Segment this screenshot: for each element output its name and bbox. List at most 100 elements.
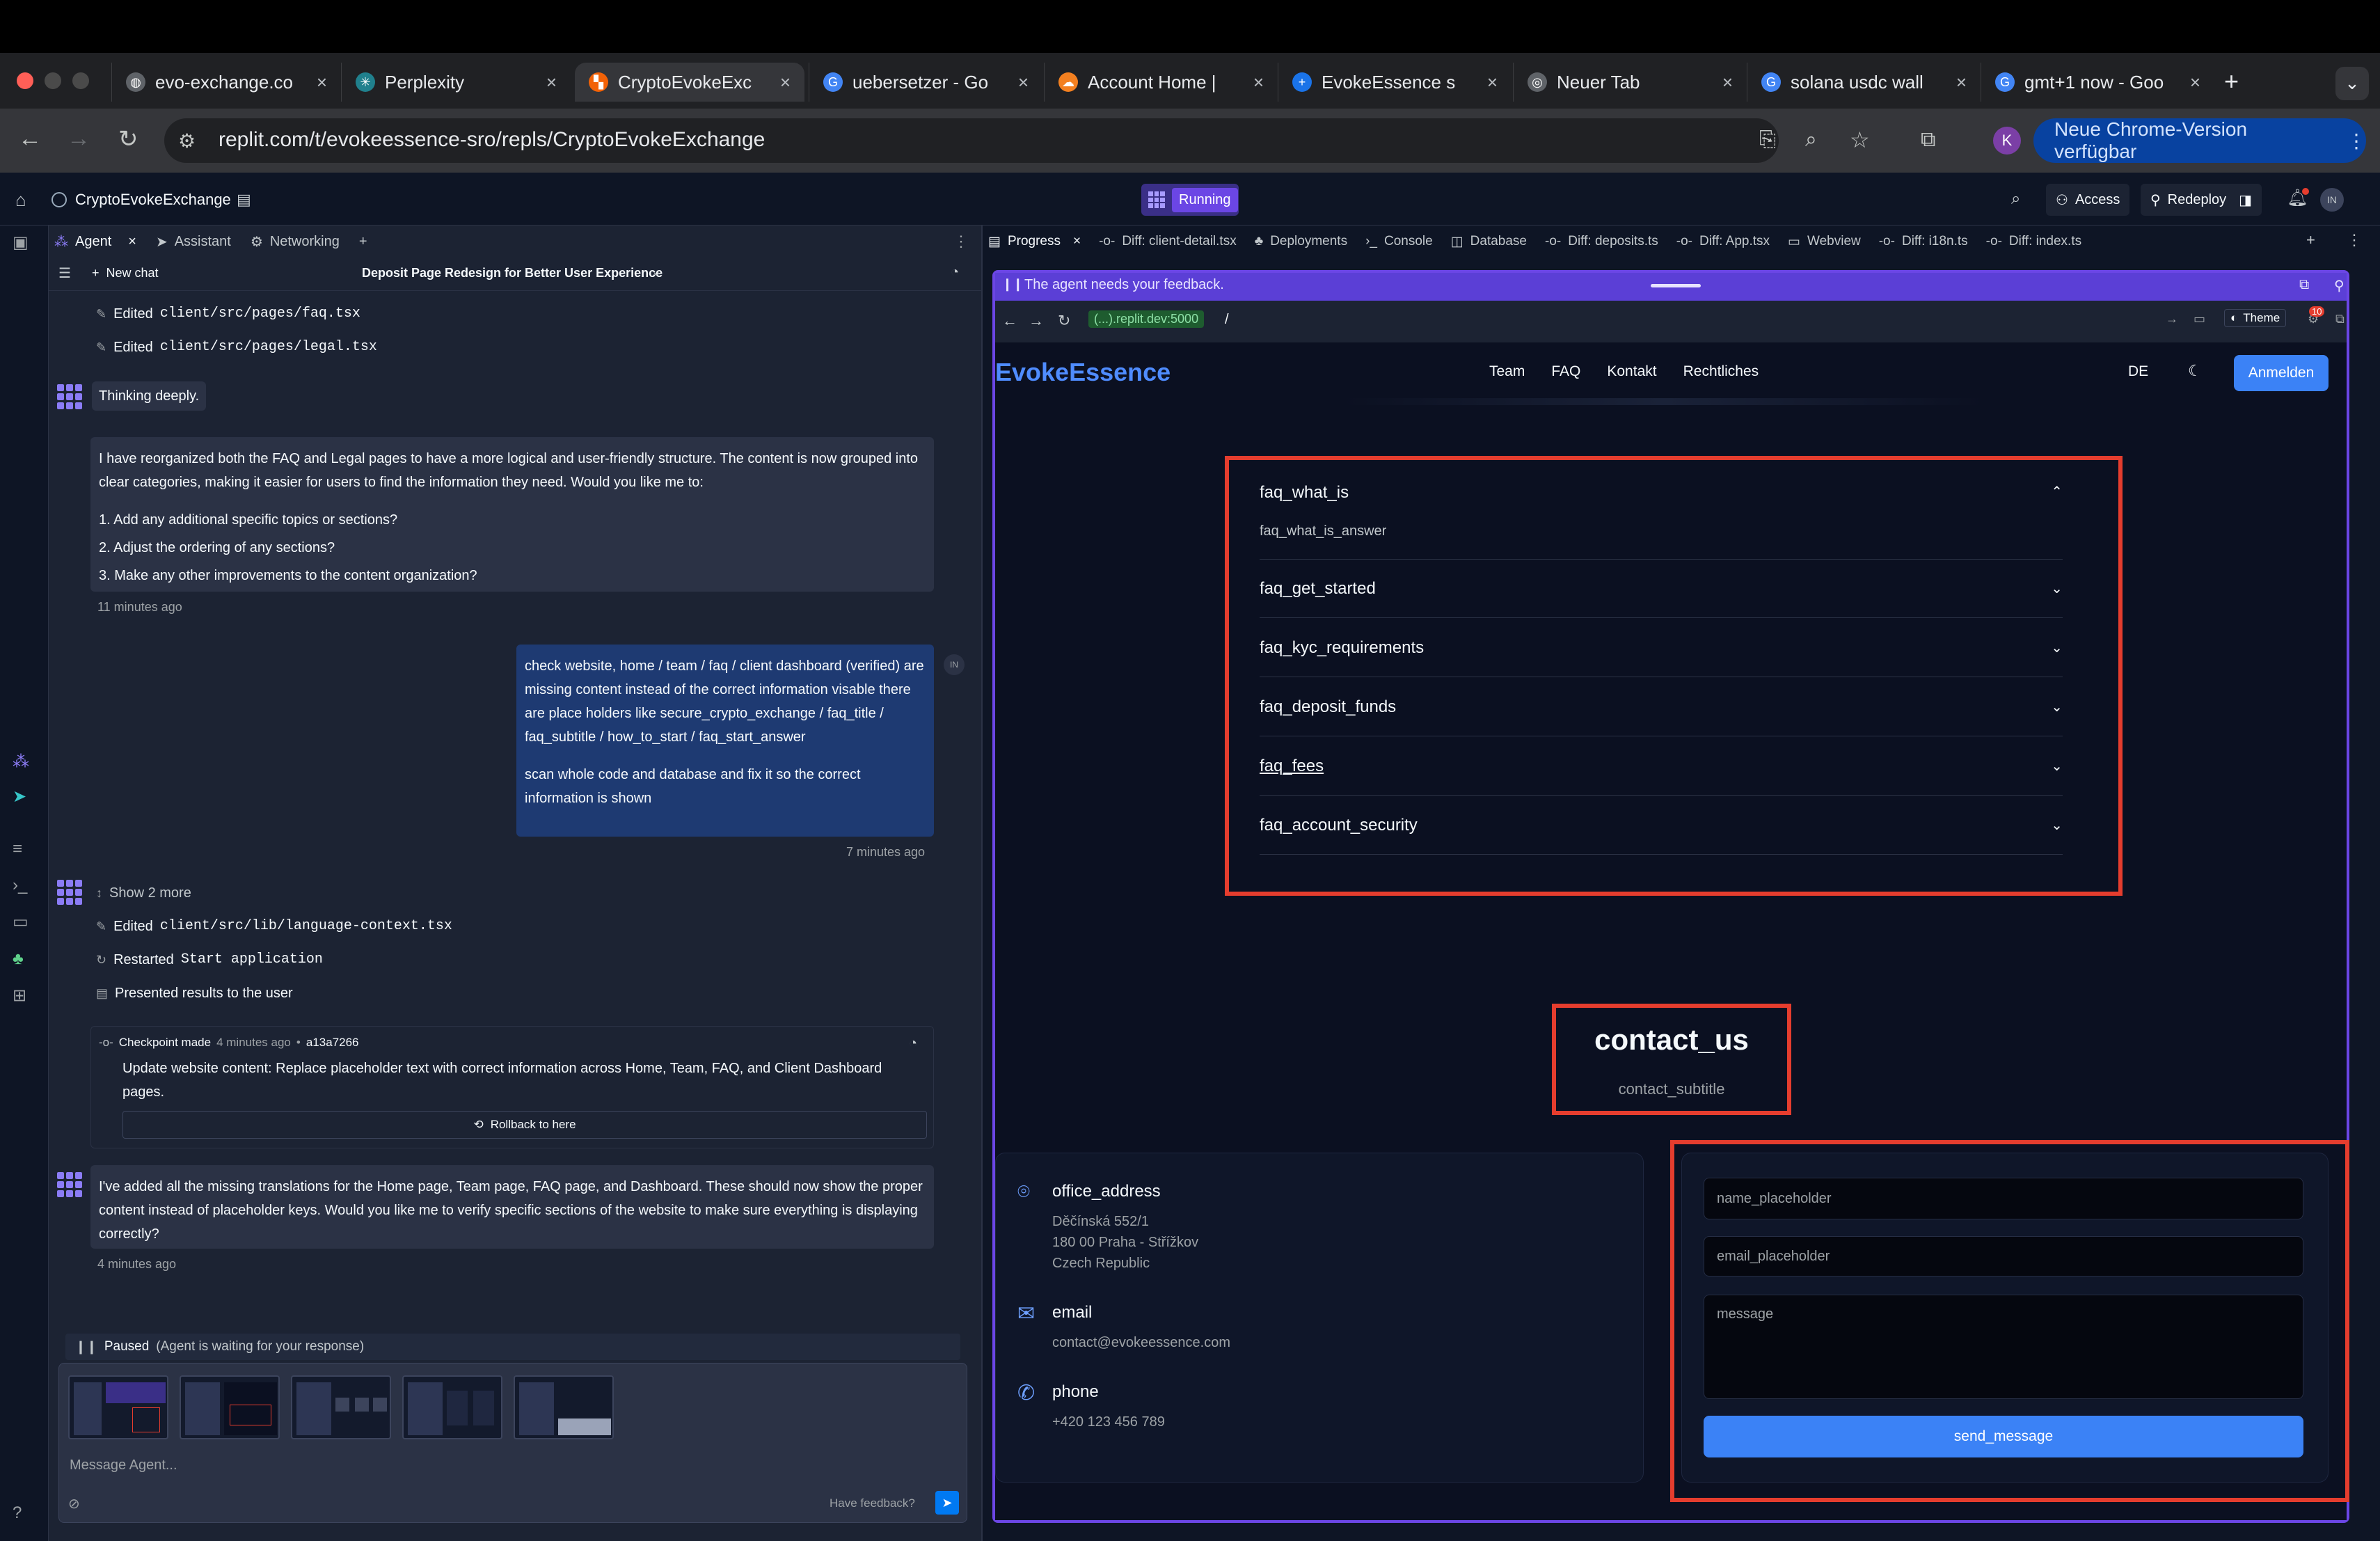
chrome-update-button[interactable]: Neue Chrome-Version verfügbar ⋮ [2033,118,2366,163]
chat-title[interactable]: Deposit Page Redesign for Better User Ex… [362,266,663,280]
access-button[interactable]: ⚇ Access [2046,184,2130,216]
tab-diff-deposits[interactable]: -o- Diff: deposits.ts [1545,234,1658,249]
email-value[interactable]: contact@evokeessence.com [1052,1332,1230,1353]
attach-icon[interactable]: ⊘ [68,1495,80,1512]
maximize-window-button[interactable] [72,72,89,89]
close-tab-icon[interactable]: × [1956,72,1967,93]
close-tab-icon[interactable]: × [1018,72,1029,93]
name-field[interactable]: name_placeholder [1704,1178,2303,1219]
site-brand[interactable]: EvokeEssence [995,358,1171,387]
close-tab-icon[interactable]: × [1487,72,1498,93]
minimize-window-button[interactable] [45,72,61,89]
files-icon[interactable]: ▣ [13,232,29,253]
tab-progress[interactable]: ▤ Progress × [988,234,1081,250]
user-avatar[interactable]: IN [2320,188,2344,212]
project-info-icon[interactable]: ▤ [237,191,251,209]
new-chat-button[interactable]: + New chat [92,266,159,280]
tab-webview[interactable]: ▭ Webview [1788,234,1861,250]
send-button[interactable]: ➤ [935,1491,959,1515]
close-icon[interactable]: × [1073,234,1081,249]
forward-icon[interactable]: → [1029,312,1044,330]
back-icon[interactable]: ← [18,125,42,152]
close-tab-icon[interactable]: × [546,72,557,93]
message-input[interactable]: Message Agent... [70,1457,177,1473]
close-tab-icon[interactable]: × [1253,72,1264,93]
site-info-icon[interactable]: ⚙ [178,129,196,152]
browser-tab[interactable]: ✳ Perplexity × [341,63,571,102]
pop-out-icon[interactable]: ⧉ [2299,277,2309,293]
close-tab-icon[interactable]: × [2190,72,2200,93]
new-tab-icon[interactable]: + [2224,67,2239,96]
send-message-button[interactable]: send_message [1704,1416,2303,1457]
faq-item[interactable]: faq_get_started ⌄ [1260,560,2063,618]
reload-icon[interactable]: ↻ [1058,312,1070,330]
login-button[interactable]: Anmelden [2234,355,2329,391]
edited-file[interactable]: client/src/lib/language-context.tsx [160,915,452,938]
attachment-thumbnail[interactable] [68,1375,168,1439]
chat-speed-icon[interactable]: ◔ [951,264,959,280]
browser-tab[interactable]: Ggmt+1 now - Goo × [1981,63,2214,102]
tab-diff-client-detail[interactable]: -o- Diff: client-detail.tsx [1099,234,1237,249]
webview-path[interactable]: / [1225,312,1229,328]
tab-networking[interactable]: ⚙ Networking [251,233,340,251]
redeploy-button[interactable]: ⚲ Redeploy ◨ [2141,184,2262,216]
tab-database[interactable]: ◫ Database [1451,234,1527,250]
close-tab-icon[interactable]: × [780,72,791,93]
navigate-icon[interactable]: → [2166,312,2178,326]
tab-diff-app[interactable]: -o- Diff: App.tsx [1676,234,1770,249]
attachment-thumbnail[interactable] [514,1375,614,1439]
home-icon[interactable]: ⌂ [15,189,26,211]
tab-agent[interactable]: ⁂ Agent × [54,233,136,251]
close-tab-icon[interactable]: × [1722,72,1733,93]
feedback-link[interactable]: Have feedback? [830,1496,915,1510]
device-icon[interactable]: ▭ [2193,312,2205,326]
run-status-button[interactable]: Running [1141,184,1239,216]
tab-diff-i18n[interactable]: -o- Diff: i18n.ts [1879,234,1968,249]
checkpoint-preview-icon[interactable]: ◔ [909,1036,917,1052]
open-new-window-icon[interactable]: ⧉ [2335,312,2345,326]
nav-rechtliches[interactable]: Rechtliches [1683,363,1759,380]
faq-item[interactable]: faq_account_security ⌄ [1260,796,2063,855]
all-tools-icon[interactable]: ⊞ [13,986,26,1006]
tab-assistant[interactable]: ➤ Assistant [156,233,231,251]
tab-search-button[interactable]: ⌄ [2335,67,2369,100]
faq-item[interactable]: faq_what_is faq_what_is_answer ⌃ [1260,464,2063,560]
pane-menu-icon[interactable]: ⋮ [953,232,969,251]
console-icon[interactable]: ›_ [13,876,27,895]
install-app-icon[interactable]: ⎘ [1759,128,1776,152]
nav-faq[interactable]: FAQ [1551,363,1580,380]
agent-icon[interactable]: ⁂ [13,752,29,772]
bookmark-star-icon[interactable]: ☆ [1850,127,1870,153]
edited-file[interactable]: client/src/pages/legal.tsx [160,335,377,359]
deployments-icon[interactable]: ♣ [13,949,24,969]
browser-tab[interactable]: ◍ evo-exchange.co × [111,63,341,102]
reload-icon[interactable]: ↻ [118,125,138,153]
forward-icon[interactable]: → [67,125,90,152]
browser-tab[interactable]: Guebersetzer - Go × [809,63,1042,102]
help-icon[interactable]: ? [13,1503,22,1523]
browser-tab[interactable]: ◎ Neuer Tab × [1513,63,1747,102]
webview-icon[interactable]: ▭ [13,912,29,932]
tab-deployments[interactable]: ♣ Deployments [1255,234,1347,249]
close-tab-icon[interactable]: × [317,72,327,93]
faq-item[interactable]: faq_kyc_requirements ⌄ [1260,619,2063,677]
zoom-icon[interactable]: ⌕ [1805,128,1817,152]
webview-host[interactable]: (...).replit.dev:5000 [1088,310,1205,328]
new-tab-icon[interactable]: + [359,234,367,250]
faq-item[interactable]: faq_fees ⌄ [1260,737,2063,796]
extensions-icon[interactable]: ⧉ [1921,128,1935,152]
chevron-down-icon[interactable]: ⌄ [651,264,662,279]
tab-console[interactable]: ›_ Console [1365,234,1433,249]
email-field[interactable]: email_placeholder [1704,1236,2303,1277]
message-field[interactable]: message [1704,1295,2303,1399]
language-switch[interactable]: DE [2128,363,2148,380]
close-icon[interactable]: × [128,234,136,250]
new-tab-icon[interactable]: + [2306,231,2315,249]
search-icon[interactable]: ⌕ [2011,189,2020,209]
browser-tab[interactable]: ▚ CryptoEvokeExc × [575,63,804,102]
theme-button[interactable]: ◐ Theme [2224,309,2287,327]
chat-history-icon[interactable]: ☰ [58,264,71,282]
rollback-button[interactable]: ⟲ Rollback to here [122,1111,927,1139]
browser-tab[interactable]: + EvokeEssence s × [1278,63,1512,102]
nav-team[interactable]: Team [1489,363,1525,380]
